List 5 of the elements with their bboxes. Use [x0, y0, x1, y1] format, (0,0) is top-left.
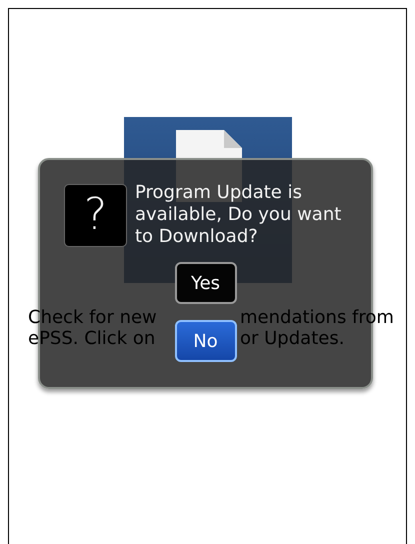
question-icon: ? [64, 184, 127, 247]
description-text: or Updates. [240, 328, 344, 349]
dialog-message: Program Update is available, Do you want to Download? [135, 182, 342, 248]
dialog-button[interactable]: No [174, 320, 236, 362]
dialog-button[interactable]: Yes [174, 262, 236, 304]
